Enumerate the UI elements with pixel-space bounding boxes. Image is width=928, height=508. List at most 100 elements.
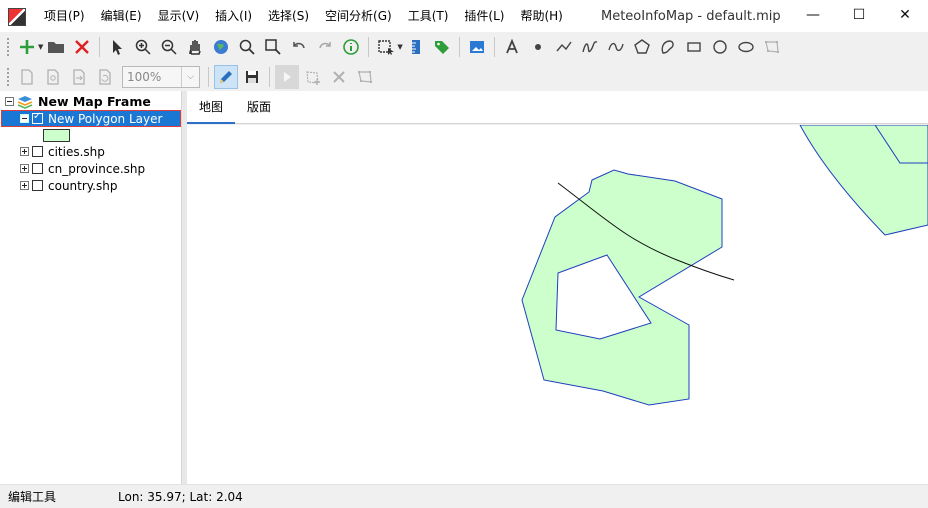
redo-icon	[319, 42, 332, 49]
zoom-in-button[interactable]	[131, 35, 155, 59]
menu-select[interactable]: 选择(S)	[260, 0, 317, 33]
edit-vertices-button[interactable]	[760, 35, 784, 59]
select-feature-edit-button[interactable]	[275, 65, 299, 89]
plus-icon	[20, 40, 34, 54]
new-layer-button[interactable]	[15, 65, 39, 89]
add-layer-button[interactable]	[15, 35, 39, 59]
layer-visibility-checkbox[interactable]	[32, 146, 43, 157]
add-curve-button[interactable]	[604, 35, 628, 59]
tag-icon	[434, 41, 449, 54]
pan-button[interactable]	[183, 35, 207, 59]
maximize-button[interactable]: ☐	[836, 0, 882, 30]
edit-feature-vertices-button[interactable]	[353, 65, 377, 89]
add-curve-polygon-button[interactable]	[656, 35, 680, 59]
redo-button[interactable]	[313, 35, 337, 59]
select-features-button[interactable]	[374, 35, 398, 59]
status-bar: 编辑工具 Lon: 35.97; Lat: 2.04	[0, 484, 928, 508]
toolbar-grip[interactable]	[6, 67, 10, 87]
point-icon	[534, 44, 541, 50]
layer-label: New Polygon Layer	[48, 111, 163, 126]
menu-edit[interactable]: 编辑(E)	[93, 0, 150, 33]
zoom-out-button[interactable]	[157, 35, 181, 59]
menu-view[interactable]: 显示(V)	[150, 0, 208, 33]
rectangle-icon	[687, 42, 701, 52]
tree-item-country[interactable]: country.shp	[20, 177, 117, 194]
layer-visibility-checkbox[interactable]	[32, 163, 43, 174]
polygon-legend-swatch[interactable]	[43, 129, 70, 142]
open-folder-button[interactable]	[44, 35, 68, 59]
add-image-button[interactable]	[465, 35, 489, 59]
identify-button[interactable]	[339, 35, 363, 59]
menu-insert[interactable]: 插入(I)	[207, 0, 260, 33]
layer-visibility-checkbox[interactable]	[32, 111, 43, 124]
chevron-down-icon[interactable]: ▼	[38, 43, 43, 51]
layer-properties-button[interactable]	[41, 65, 65, 89]
menu-spatial-analysis[interactable]: 空间分析(G)	[317, 0, 400, 33]
menu-plugins[interactable]: 插件(L)	[456, 0, 512, 33]
play-arrow-icon	[284, 72, 291, 82]
edit-toolbar: 100% ⌵	[0, 62, 928, 92]
add-feature-icon	[306, 71, 320, 85]
minimize-button[interactable]: —	[790, 0, 836, 30]
picture-icon	[469, 41, 484, 53]
tree-item-cities[interactable]: cities.shp	[20, 143, 105, 160]
close-button[interactable]: ✕	[882, 0, 928, 30]
chevron-down-icon[interactable]: ⌵	[181, 67, 199, 87]
add-polygon-button[interactable]	[630, 35, 654, 59]
polygon-feature-right[interactable]	[799, 125, 928, 236]
tree-item-new-polygon-layer[interactable]: New Polygon Layer	[1, 110, 181, 127]
add-rectangle-button[interactable]	[682, 35, 706, 59]
expand-toggle[interactable]	[20, 181, 29, 190]
map-canvas[interactable]	[187, 125, 928, 484]
freehand-icon	[582, 41, 597, 53]
select-tool-button[interactable]	[105, 35, 129, 59]
collapse-toggle[interactable]	[5, 97, 14, 106]
app-icon[interactable]	[8, 7, 26, 26]
remove-layer-button[interactable]	[70, 35, 94, 59]
delete-feature-button[interactable]	[327, 65, 351, 89]
add-text-button[interactable]	[500, 35, 524, 59]
add-ellipse-button[interactable]	[734, 35, 758, 59]
tree-item-map-frame[interactable]: New Map Frame	[5, 93, 151, 110]
menu-project[interactable]: 项目(P)	[36, 0, 93, 33]
expand-toggle[interactable]	[20, 164, 29, 173]
tab-layout[interactable]: 版面	[235, 91, 283, 124]
attribute-table-button[interactable]	[404, 35, 428, 59]
toolbar-separator	[458, 37, 460, 57]
layers-icon	[17, 95, 33, 109]
tree-item-cn-province[interactable]: cn_province.shp	[20, 160, 145, 177]
full-extent-button[interactable]	[209, 35, 233, 59]
add-polyline-button[interactable]	[552, 35, 576, 59]
export-layer-button[interactable]	[67, 65, 91, 89]
layer-visibility-checkbox[interactable]	[32, 180, 43, 191]
zoom-level-combobox[interactable]: 100% ⌵	[122, 66, 200, 88]
expand-toggle[interactable]	[20, 147, 29, 156]
collapse-toggle[interactable]	[20, 114, 29, 123]
toolbar-grip[interactable]	[6, 37, 10, 57]
label-button[interactable]	[430, 35, 454, 59]
add-feature-button[interactable]	[301, 65, 325, 89]
app-window: 项目(P) 编辑(E) 显示(V) 插入(I) 选择(S) 空间分析(G) 工具…	[0, 0, 928, 508]
layer-label: cn_province.shp	[48, 161, 146, 176]
undo-button[interactable]	[287, 35, 311, 59]
menu-help[interactable]: 帮助(H)	[512, 0, 570, 33]
circle-icon	[713, 40, 727, 54]
view-tabs: 地图 版面	[187, 91, 928, 124]
menu-tools[interactable]: 工具(T)	[400, 0, 457, 33]
save-edits-button[interactable]	[240, 65, 264, 89]
tab-map[interactable]: 地图	[187, 91, 236, 124]
chevron-down-icon[interactable]: ▼	[397, 43, 402, 51]
gray-x-icon	[333, 71, 345, 83]
add-freehand-button[interactable]	[578, 35, 602, 59]
zoom-to-layer-button[interactable]	[235, 35, 259, 59]
refresh-layer-button[interactable]	[93, 65, 117, 89]
new-document-icon	[21, 69, 33, 85]
text-a-icon	[505, 38, 518, 54]
ellipse-icon	[738, 41, 754, 53]
edit-mode-button[interactable]	[214, 65, 238, 89]
add-circle-button[interactable]	[708, 35, 732, 59]
zoom-to-selection-button[interactable]	[261, 35, 285, 59]
add-point-button[interactable]	[526, 35, 550, 59]
polygon-feature-main[interactable]	[521, 169, 723, 406]
curve-icon	[608, 42, 624, 52]
